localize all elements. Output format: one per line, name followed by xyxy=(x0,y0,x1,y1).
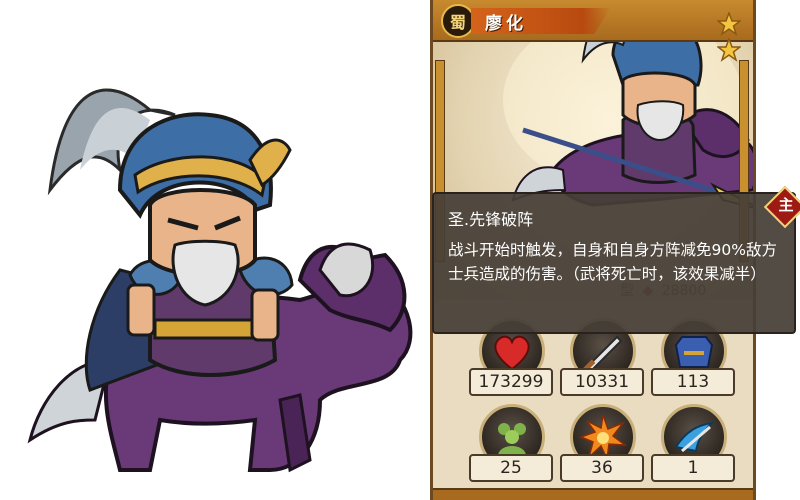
card-footer xyxy=(433,488,753,500)
stat-defense-value: 113 xyxy=(651,368,735,396)
stat-burst-value: 36 xyxy=(560,454,644,482)
star-icon xyxy=(717,12,741,36)
stat-speed-value: 1 xyxy=(651,454,735,482)
skill-name: 圣.先锋破阵 xyxy=(448,210,534,229)
hero-name: 廖化 xyxy=(485,14,527,34)
stat-troops[interactable]: 25 xyxy=(469,404,559,494)
hero-illustration xyxy=(27,88,413,473)
stat-speed[interactable]: 1 xyxy=(651,404,741,494)
skill-description: 战斗开始时触发，自身和自身方阵减免90%敌方士兵造成的伤害。（武将死亡时，该效果… xyxy=(448,241,777,283)
main-skill-badge-label: 主 xyxy=(778,196,794,214)
stat-troops-value: 25 xyxy=(469,454,553,482)
stat-health-value: 173299 xyxy=(469,368,553,396)
star-icon xyxy=(717,38,741,62)
stat-attack-value: 10331 xyxy=(560,368,644,396)
stat-burst[interactable]: 36 xyxy=(560,404,650,494)
faction-badge: 蜀 xyxy=(441,4,475,38)
skill-tooltip: 圣.先锋破阵 战斗开始时触发，自身和自身方阵减免90%敌方士兵造成的伤害。（武将… xyxy=(432,192,796,334)
